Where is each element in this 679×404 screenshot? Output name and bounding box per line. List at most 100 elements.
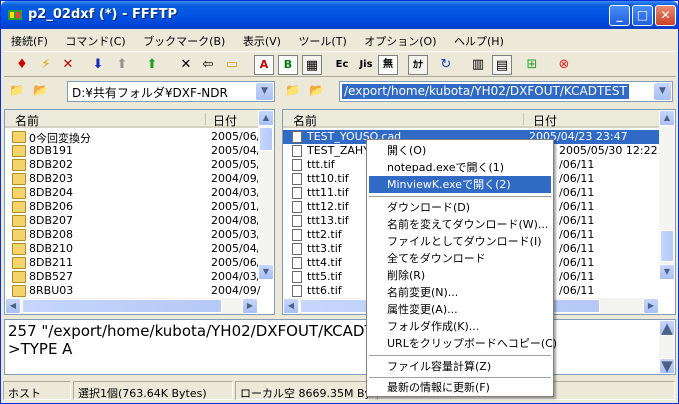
local-col-name[interactable]: 名前 [15, 112, 39, 129]
file-icon [292, 159, 302, 171]
menu-separator [369, 196, 551, 197]
sync-folders-icon[interactable]: ⊞ [522, 55, 542, 75]
local-vertical-scrollbar[interactable]: ▲ ▼ [258, 110, 274, 280]
list-item[interactable]: 8DB202 2005/05/ [5, 158, 274, 172]
menu-tools[interactable]: ツール(T) [291, 30, 353, 50]
quick-connect-icon[interactable]: ⚡ [36, 55, 56, 75]
menu-item-download[interactable]: ダウンロード(D) [369, 199, 551, 216]
file-icon [292, 215, 302, 227]
menu-help[interactable]: ヘルプ(H) [447, 30, 511, 50]
local-file-list[interactable]: 名前 日付 0今回変換分 2005/06/ 8DB191 2005/04/ 8DB2… [4, 109, 275, 315]
menu-item-chmod[interactable]: 属性変更(A)... [369, 301, 551, 318]
kana-conversion-button[interactable]: ｶﾅ [408, 55, 428, 75]
stop-icon[interactable]: ⊗ [554, 55, 574, 75]
euc-kanji-button[interactable]: Ec [332, 55, 352, 75]
download-arrow-icon[interactable]: ⬇ [88, 55, 108, 75]
scroll-right-icon[interactable]: ▶ [643, 298, 659, 314]
no-kanji-conversion-button[interactable]: 無 [378, 55, 398, 75]
list-item[interactable]: 8DB191 2005/04/ [5, 144, 274, 158]
menu-item-download-all[interactable]: 全てをダウンロード [369, 250, 551, 267]
scroll-up-icon[interactable]: ▲ [659, 110, 675, 126]
auto-mode-icon[interactable]: ▦ [302, 55, 322, 75]
menu-item-delete[interactable]: 削除(R) [369, 267, 551, 284]
local-open-folder-icon[interactable]: 📂 [33, 83, 51, 99]
list-item[interactable]: 8DB204 2004/03/ [5, 186, 274, 200]
minimize-button[interactable]: _ [609, 5, 630, 26]
local-col-date[interactable]: 日付 [213, 112, 237, 129]
delete-icon[interactable]: ✕ [176, 55, 196, 75]
menu-item-download-rename[interactable]: 名前を変えてダウンロード(W)... [369, 216, 551, 233]
mirror-upload-icon[interactable]: ⬆ [142, 55, 162, 75]
local-path-combo[interactable]: D:¥共有フォルダ¥DXF-NDR ▼ [67, 81, 275, 102]
list-item[interactable]: 8DB210 2005/04/ [5, 242, 274, 256]
chevron-down-icon[interactable]: ▼ [256, 83, 273, 100]
upload-arrow-icon[interactable]: ⬆ [112, 55, 132, 75]
list-item[interactable]: 8DB208 2005/03/ [5, 228, 274, 242]
list-item[interactable]: 8DB206 2005/01/ [5, 200, 274, 214]
rename-icon[interactable]: ⇦ [198, 55, 218, 75]
menu-bookmark[interactable]: ブックマーク(B) [136, 30, 232, 50]
scroll-up-icon[interactable]: ▲ [258, 110, 274, 126]
menu-item-download-as-file[interactable]: ファイルとしてダウンロード(I) [369, 233, 551, 250]
list-item[interactable]: 8DB203 2004/09/ [5, 172, 274, 186]
list-item[interactable]: 8DB207 2004/08/ [5, 214, 274, 228]
remote-up-folder-icon[interactable]: 📁 [285, 83, 303, 99]
new-folder-icon[interactable]: ▭ [222, 55, 242, 75]
column-separator[interactable] [205, 113, 206, 125]
close-button[interactable]: ✕ [655, 5, 676, 26]
scroll-up-icon[interactable]: ▲ [659, 320, 675, 336]
scroll-thumb[interactable] [259, 127, 273, 151]
remote-col-name[interactable]: 名前 [293, 112, 317, 129]
folder-icon [12, 173, 26, 185]
remote-vertical-scrollbar[interactable]: ▲ ▼ [659, 110, 675, 280]
log-area[interactable]: 257 "/export/home/kubota/YH02/DXFOUT/KCA… [4, 319, 676, 375]
disconnect-icon[interactable]: ✕ [58, 55, 78, 75]
remote-path-combo[interactable]: /export/home/kubota/YH02/DXFOUT/KCADTEST… [339, 81, 673, 102]
chevron-down-icon[interactable]: ▼ [654, 83, 671, 100]
log-vertical-scrollbar[interactable]: ▲ ▼ [659, 320, 675, 374]
status-local-free: ローカル空 8669.35M Bytes [235, 381, 375, 400]
menu-item-open[interactable]: 開く(O) [369, 142, 551, 159]
remote-col-date[interactable]: 日付 [533, 112, 557, 129]
ascii-mode-button[interactable]: A [254, 55, 274, 75]
scroll-left-icon[interactable]: ◀ [283, 298, 299, 314]
menu-item-calc-size[interactable]: ファイル容量計算(Z) [369, 358, 551, 375]
list-item[interactable]: 8DB527 2004/03/ [5, 270, 274, 284]
maximize-button[interactable]: □ [632, 5, 653, 26]
menu-item-rename[interactable]: 名前変更(N)... [369, 284, 551, 301]
menu-view[interactable]: 表示(V) [236, 30, 288, 50]
connect-icon[interactable]: ♦ [12, 55, 32, 75]
list-item[interactable]: 8DB211 2005/06/ [5, 256, 274, 270]
menu-item-mkdir[interactable]: フォルダ作成(K)... [369, 318, 551, 335]
local-path-text: D:¥共有フォルダ¥DXF-NDR [72, 86, 228, 99]
scroll-down-icon[interactable]: ▼ [258, 264, 274, 280]
menu-options[interactable]: オプション(O) [357, 30, 443, 50]
menu-command[interactable]: コマンド(C) [58, 30, 132, 50]
menu-connect[interactable]: 接続(F) [4, 30, 55, 50]
folder-icon [12, 285, 26, 297]
menu-item-refresh[interactable]: 最新の情報に更新(F) [369, 379, 551, 396]
scroll-left-icon[interactable]: ◀ [5, 298, 21, 314]
column-separator[interactable] [523, 113, 524, 125]
scroll-down-icon[interactable]: ▼ [659, 264, 675, 280]
list-view-icon[interactable]: ▥ [468, 55, 488, 75]
list-item[interactable]: 8RBU03 2004/09/ [5, 284, 274, 298]
detail-view-icon[interactable]: ▤ [492, 55, 512, 75]
title-bar[interactable]: p2_02dxf (*) - FFFTP _ □ ✕ [1, 1, 678, 29]
scroll-right-icon[interactable]: ▶ [242, 298, 258, 314]
refresh-icon[interactable]: ↻ [436, 55, 456, 75]
remote-open-folder-icon[interactable]: 📂 [309, 83, 327, 99]
scroll-thumb[interactable] [22, 299, 222, 313]
scroll-down-icon[interactable]: ▼ [659, 358, 675, 374]
jis-kanji-button[interactable]: Jis [356, 55, 376, 75]
menu-item-open-notepad[interactable]: notepad.exeで開く(1) [369, 159, 551, 176]
binary-mode-button[interactable]: B [278, 55, 298, 75]
list-item[interactable]: 0今回変換分 2005/06/ [5, 130, 274, 145]
menu-item-open-minviewk[interactable]: MinviewK.exeで開く(2) [369, 176, 551, 193]
local-up-folder-icon[interactable]: 📁 [9, 83, 27, 99]
toolbar: ♦ ⚡ ✕ ⬇ ⬆ ⬆ ✕ ⇦ ▭ A B ▦ Ec Jis 無 ｶﾅ ↻ ▥ … [4, 51, 676, 77]
local-horizontal-scrollbar[interactable]: ◀ ▶ [5, 298, 258, 314]
scroll-thumb[interactable] [660, 230, 674, 262]
ffftp-app-icon [8, 10, 22, 20]
menu-item-copy-url[interactable]: URLをクリップボードへコピー(C) [369, 335, 557, 352]
